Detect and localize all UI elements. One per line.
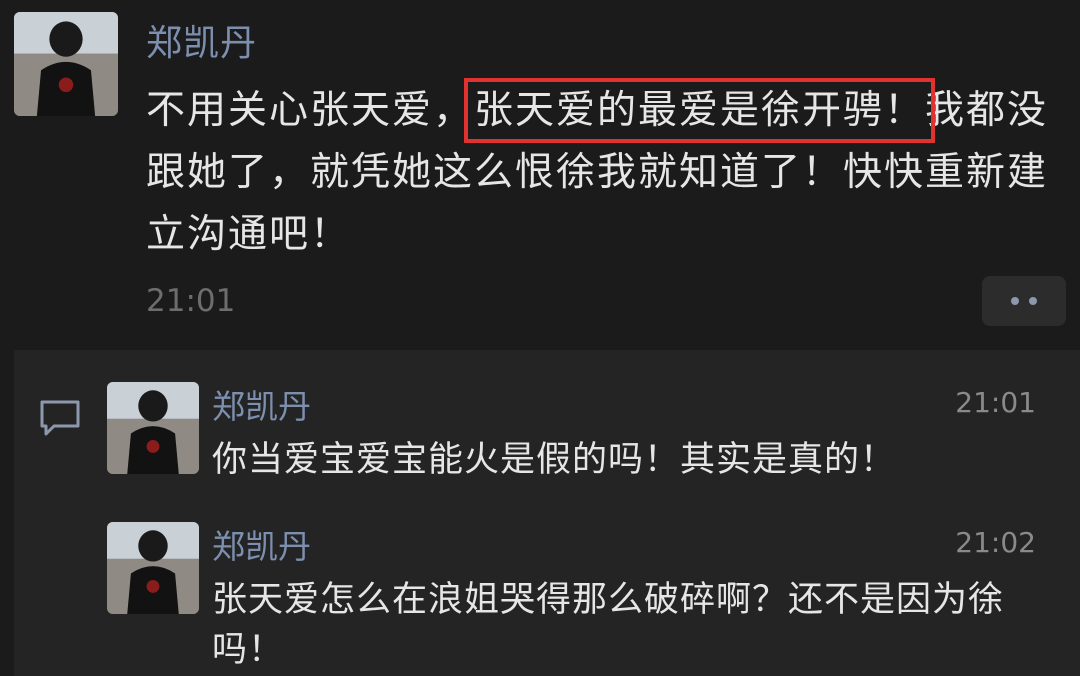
post-timestamp: 21:01 <box>146 283 236 319</box>
more-dots-icon <box>1029 297 1037 305</box>
more-dots-icon <box>1011 297 1019 305</box>
comment-item: 郑凯丹 21:01 你当爱宝爱宝能火是假的吗！其实是真的！ <box>14 380 1080 500</box>
comment-timestamp: 21:02 <box>955 526 1036 559</box>
person-photo-icon <box>107 522 199 614</box>
comments-section: 郑凯丹 21:01 你当爱宝爱宝能火是假的吗！其实是真的！ 郑凯丹 21:02 … <box>14 350 1080 676</box>
post-text-before: 不用关心张天爱， <box>146 88 475 133</box>
post-text: 不用关心张天爱，张天爱的最爱是徐开骋！我都没跟她了，就凭她这么恨徐我就知道了！快… <box>146 78 1056 266</box>
comment-item: 郑凯丹 21:02 张天爱怎么在浪姐哭得那么破碎啊？还不是因为徐吗！ <box>14 520 1080 670</box>
comment-text: 你当爱宝爱宝能火是假的吗！其实是真的！ <box>212 440 897 480</box>
highlighted-text: 张天爱的最爱是徐开骋！ <box>464 78 936 143</box>
comment-text: 张天爱怎么在浪姐哭得那么破碎啊？还不是因为徐吗！ <box>212 580 1005 670</box>
person-photo-icon <box>107 382 199 474</box>
author-name[interactable]: 郑凯丹 <box>146 14 257 66</box>
more-actions-button[interactable] <box>982 276 1066 326</box>
comment-timestamp: 21:01 <box>955 386 1036 419</box>
commenter-avatar[interactable] <box>107 382 199 474</box>
commenter-name[interactable]: 郑凯丹 <box>212 520 311 568</box>
moments-post: 郑凯丹 不用关心张天爱，张天爱的最爱是徐开骋！我都没跟她了，就凭她这么恨徐我就知… <box>0 0 1080 350</box>
author-avatar[interactable] <box>14 12 118 116</box>
commenter-avatar[interactable] <box>107 522 199 614</box>
commenter-name[interactable]: 郑凯丹 <box>212 380 311 428</box>
person-photo-icon <box>14 12 118 116</box>
